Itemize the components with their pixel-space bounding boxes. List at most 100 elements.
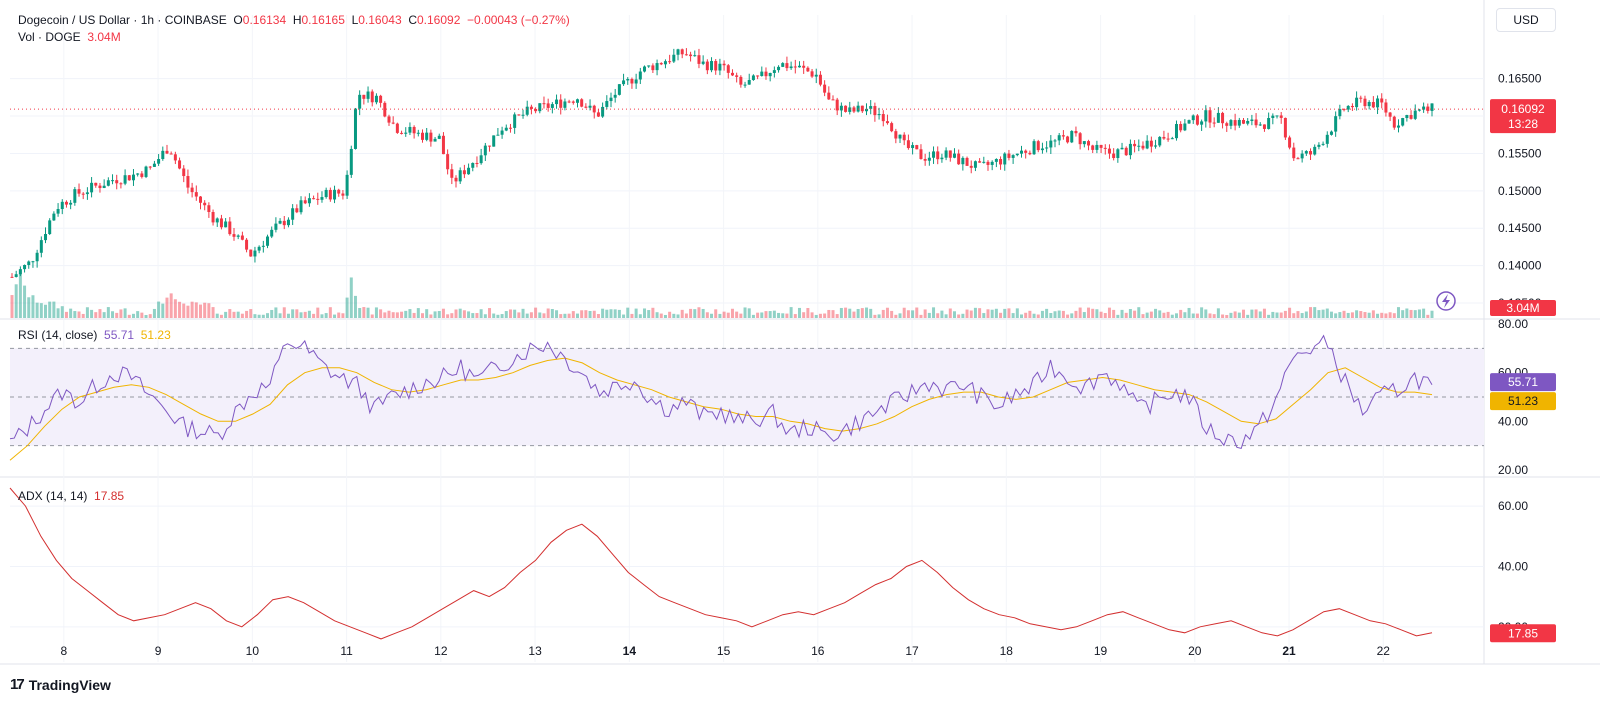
candle-body [266,236,270,246]
candle [261,240,265,253]
symbol-title[interactable]: Dogecoin / US Dollar · 1h · COINBASE [18,13,227,27]
open-value: 0.16134 [242,13,287,27]
candle-body [701,61,705,64]
candle-body [927,157,931,161]
volume-bar [370,314,374,318]
candle-body [1271,115,1275,118]
volume-bar [705,312,709,318]
volume-bar [136,311,140,318]
candle-body [1145,140,1149,149]
candle [856,101,860,113]
volume-bar [722,311,726,318]
volume-bar [1426,314,1430,318]
chart-canvas[interactable]: 0.165000.160000.155000.150000.145000.140… [0,0,1600,718]
candle-body [550,104,554,108]
candle [299,196,303,215]
tradingview-logo-icon: 17 [10,676,25,693]
volume-bar [697,307,701,318]
candle [14,270,18,278]
volume-bar [747,308,751,318]
time-tick-label: 12 [434,644,448,658]
volume-bar [312,313,316,318]
candle-body [39,240,43,253]
candle-body [1141,145,1145,149]
candle [961,156,965,171]
volume-bar [56,308,60,318]
candle-body [312,198,316,200]
candle-body [567,101,571,103]
candle-body [18,269,22,275]
volume-bar [982,313,986,318]
rsi-legend[interactable]: RSI (14, close) 55.71 51.23 [18,328,171,342]
candle-body [492,135,496,147]
candle [1267,112,1271,130]
candle [102,179,106,189]
candle-body [316,198,320,200]
candle-body [186,176,190,188]
price-tick-label: 0.15500 [1498,146,1542,160]
candle [1296,156,1300,160]
candle [1162,130,1166,140]
volume-bar [714,309,718,318]
volume-bar [1296,311,1300,318]
volume-label[interactable]: Vol · DOGE [18,30,81,44]
candle [831,95,835,101]
volume-bar [492,313,496,318]
time-tick-label: 10 [246,644,260,658]
currency-button[interactable]: USD [1496,8,1556,32]
candle [412,125,416,139]
candle-body [111,180,115,182]
volume-bar [178,301,182,318]
candle [374,93,378,105]
candle [1279,112,1283,124]
volume-bar [1275,312,1279,318]
candle-body [1384,102,1388,113]
candle [747,73,751,85]
candle-body [1380,98,1384,103]
candle-body [1292,147,1296,159]
candle [1066,135,1070,144]
candle [274,217,278,233]
adx-legend[interactable]: ADX (14, 14) 17.85 [18,489,124,503]
candle-body [613,94,617,98]
candle-body [90,182,94,193]
candle-body [1250,119,1254,121]
candle [1053,138,1057,148]
volume-bar [881,309,885,318]
candle [391,116,395,125]
adx-tick-label: 60.00 [1498,499,1528,513]
volume-bar [1355,310,1359,318]
candle [1195,114,1199,126]
candle [764,67,768,80]
candle-body [969,165,973,168]
volume-bar [806,308,810,318]
volume-bar [1019,314,1023,318]
tradingview-logo[interactable]: 17 TradingView [10,676,111,693]
candle-body [27,261,31,266]
candlestick-series [10,48,1434,278]
candle [1413,104,1417,121]
volume-bar [605,309,609,318]
candle-body [990,161,994,165]
volume-bar [1334,313,1338,318]
candle-body [1279,115,1283,118]
adx-line [9,487,1433,640]
candle-body [1413,110,1417,119]
candle [44,227,48,244]
candle [902,132,906,146]
candle [1371,96,1375,109]
volume-bar [542,313,546,318]
candle-body [1036,141,1040,151]
volume-bar [14,284,18,318]
candle [395,122,399,134]
volume-bar [730,308,734,318]
adx-legend-value: 17.85 [94,489,125,503]
candle-body [136,173,140,175]
volume-bar [634,308,638,318]
candle [1036,139,1040,153]
candle-body [106,180,110,186]
volume-bar [919,314,923,318]
volume-bar [944,314,948,318]
volume-bar [923,309,927,318]
candle-body [1359,97,1363,99]
